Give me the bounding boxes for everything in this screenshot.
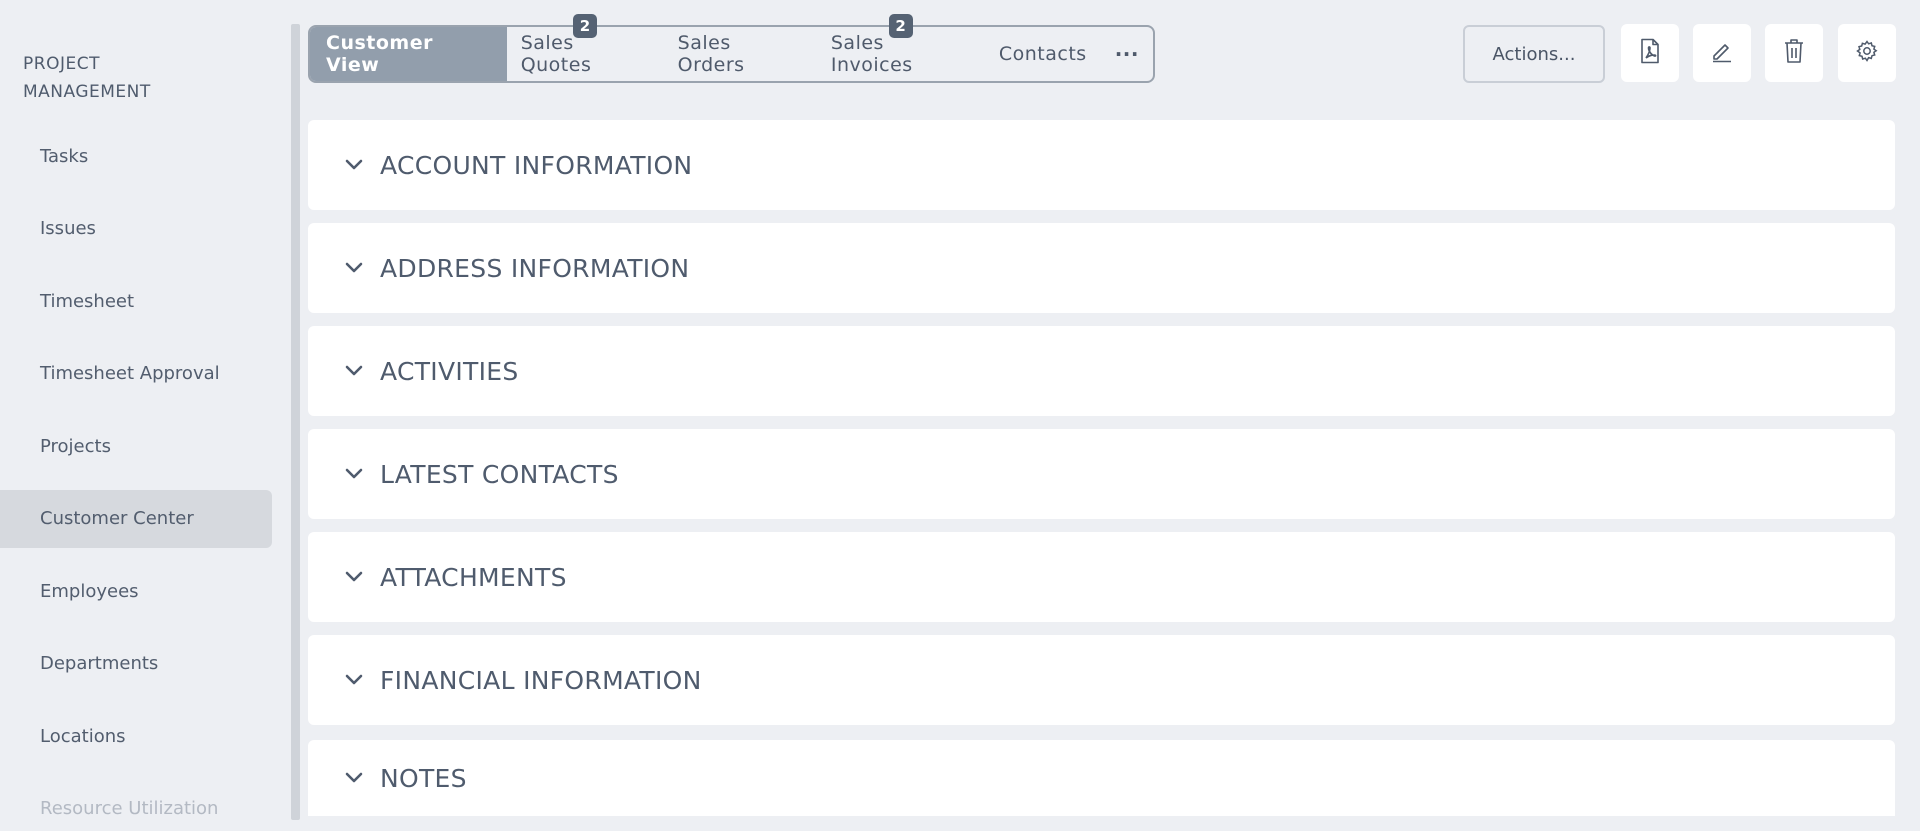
chevron-down-icon: [344, 768, 364, 788]
section-title: ADDRESS INFORMATION: [380, 253, 690, 283]
section-title: NOTES: [380, 763, 467, 793]
pdf-button[interactable]: [1621, 24, 1679, 82]
delete-button[interactable]: [1765, 24, 1823, 82]
tab-sales-orders[interactable]: Sales Orders: [664, 27, 817, 81]
tab-label: Sales Orders: [677, 32, 745, 76]
actions-button[interactable]: Actions...: [1463, 25, 1605, 83]
section-title: FINANCIAL INFORMATION: [380, 665, 702, 695]
sidebar-item-locations[interactable]: Locations: [0, 707, 272, 765]
sidebar-item-projects[interactable]: Projects: [0, 417, 272, 475]
chevron-down-icon: [344, 155, 364, 175]
tab-contacts[interactable]: Contacts: [985, 27, 1101, 81]
section-activities[interactable]: ACTIVITIES: [308, 326, 1895, 416]
section-notes[interactable]: NOTES: [308, 740, 1895, 816]
chevron-down-icon: [344, 361, 364, 381]
section-account-information[interactable]: ACCOUNT INFORMATION: [308, 120, 1895, 210]
edit-icon: [1710, 39, 1734, 67]
chevron-down-icon: [344, 670, 364, 690]
chevron-down-icon: [344, 258, 364, 278]
edit-button[interactable]: [1693, 24, 1751, 82]
section-title: ACCOUNT INFORMATION: [380, 150, 693, 180]
tab-customer-view[interactable]: Customer View: [310, 27, 507, 81]
section-title: ATTACHMENTS: [380, 562, 567, 592]
more-tabs-button[interactable]: ···: [1101, 27, 1153, 81]
pdf-icon: [1638, 38, 1662, 68]
tab-label: Sales Invoices: [830, 32, 913, 76]
section-title: ACTIVITIES: [380, 356, 519, 386]
sidebar-item-timesheet-approval[interactable]: Timesheet Approval: [0, 345, 272, 403]
sidebar-item-resource-utilization[interactable]: Resource Utilization: [0, 780, 272, 831]
tab-label: Sales Quotes: [520, 32, 592, 76]
sidebar-item-timesheet[interactable]: Timesheet: [0, 272, 272, 330]
chevron-down-icon: [344, 464, 364, 484]
count-badge: 2: [888, 14, 913, 38]
more-icon: ···: [1114, 42, 1139, 66]
sidebar: PROJECT MANAGEMENT Tasks Issues Timeshee…: [0, 0, 272, 831]
count-badge: 2: [573, 14, 598, 38]
sidebar-item-issues[interactable]: Issues: [0, 200, 272, 258]
tab-label: Customer View: [326, 32, 433, 76]
settings-button[interactable]: [1838, 24, 1896, 82]
trash-icon: [1783, 38, 1805, 68]
sidebar-scrollbar[interactable]: [291, 24, 300, 820]
section-financial-information[interactable]: FINANCIAL INFORMATION: [308, 635, 1895, 725]
sidebar-item-customer-center[interactable]: Customer Center: [0, 489, 272, 548]
tab-sales-quotes[interactable]: 2 Sales Quotes: [507, 14, 664, 81]
sidebar-item-departments[interactable]: Departments: [0, 635, 272, 693]
tab-label: Contacts: [998, 43, 1087, 65]
tab-bar: Customer View 2 Sales Quotes Sales Order…: [308, 14, 1155, 83]
sidebar-list: Tasks Issues Timesheet Timesheet Approva…: [0, 127, 272, 831]
section-latest-contacts[interactable]: LATEST CONTACTS: [308, 429, 1895, 519]
section-attachments[interactable]: ATTACHMENTS: [308, 532, 1895, 622]
gear-icon: [1855, 39, 1879, 67]
chevron-down-icon: [344, 567, 364, 587]
sidebar-item-employees[interactable]: Employees: [0, 562, 272, 620]
tab-sales-invoices[interactable]: 2 Sales Invoices: [817, 14, 985, 81]
sidebar-title: PROJECT MANAGEMENT: [23, 54, 151, 102]
section-title: LATEST CONTACTS: [380, 459, 619, 489]
sidebar-item-tasks[interactable]: Tasks: [0, 127, 272, 185]
section-address-information[interactable]: ADDRESS INFORMATION: [308, 223, 1895, 313]
